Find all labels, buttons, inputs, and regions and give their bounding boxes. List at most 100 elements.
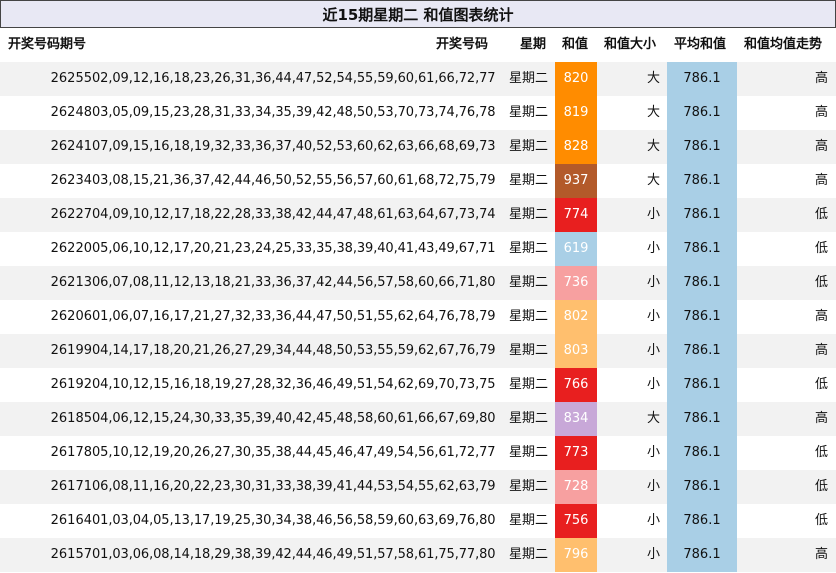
trend-cell: 低 [814, 207, 828, 222]
avg-cell: 786.1 [667, 96, 737, 130]
issue-cell: 26164 [50, 513, 92, 528]
numbers-cell: 01,06,07,16,17,21,27,32,33,36,44,47,50,5… [92, 309, 496, 324]
issue-cell: 26178 [50, 445, 92, 460]
sum-cell: 728 [555, 470, 597, 504]
issue-cell: 26241 [50, 139, 92, 154]
table-title: 近15期星期二 和值图表统计 [0, 0, 836, 28]
size-cell: 小 [646, 377, 660, 392]
weekday-cell: 星期二 [508, 377, 548, 392]
avg-cell: 786.1 [667, 300, 737, 334]
sum-cell: 834 [555, 402, 597, 436]
table-row: 26213 06,07,08,11,12,13,18,21,33,36,37,42… [0, 266, 836, 300]
issue-cell: 26206 [50, 309, 92, 324]
trend-cell: 低 [814, 241, 828, 256]
numbers-cell: 04,09,10,12,17,18,22,28,33,38,42,44,47,4… [92, 207, 496, 222]
size-cell: 小 [646, 445, 660, 460]
issue-cell: 26220 [50, 241, 92, 256]
sum-cell: 774 [555, 198, 597, 232]
weekday-cell: 星期二 [508, 275, 548, 290]
size-cell: 小 [646, 343, 660, 358]
sum-cell: 796 [555, 538, 597, 572]
trend-cell: 低 [814, 513, 828, 528]
size-cell: 大 [646, 411, 660, 426]
sum-cell: 736 [555, 266, 597, 300]
avg-cell: 786.1 [667, 164, 737, 198]
weekday-cell: 星期二 [508, 479, 548, 494]
avg-cell: 786.1 [667, 130, 737, 164]
trend-cell: 高 [814, 547, 828, 562]
numbers-cell: 06,08,11,16,20,22,23,30,31,33,38,39,41,4… [92, 479, 496, 494]
weekday-cell: 星期二 [508, 445, 548, 460]
trend-cell: 低 [814, 479, 828, 494]
size-cell: 小 [646, 547, 660, 562]
trend-cell: 高 [814, 173, 828, 188]
header-trend: 和值均值走势 [744, 37, 823, 52]
issue-cell: 26255 [50, 71, 92, 86]
table-row: 26157 01,03,06,08,14,18,29,38,39,42,44,46… [0, 538, 836, 572]
sum-cell: 802 [555, 300, 597, 334]
table-row: 26171 06,08,11,16,20,22,23,30,31,33,38,39… [0, 470, 836, 504]
numbers-cell: 06,07,08,11,12,13,18,21,33,36,37,42,44,5… [92, 275, 496, 290]
table-row: 26178 05,10,12,19,20,26,27,30,35,38,44,45… [0, 436, 836, 470]
table-row: 26164 01,03,04,05,13,17,19,25,30,34,38,46… [0, 504, 836, 538]
table-row: 26227 04,09,10,12,17,18,22,28,33,38,42,44… [0, 198, 836, 232]
issue-cell: 26171 [50, 479, 92, 494]
trend-cell: 高 [814, 309, 828, 324]
size-cell: 小 [646, 207, 660, 222]
size-cell: 小 [646, 513, 660, 528]
avg-cell: 786.1 [667, 232, 737, 266]
weekday-cell: 星期二 [508, 343, 548, 358]
header-size: 和值大小 [604, 37, 657, 52]
avg-cell: 786.1 [667, 334, 737, 368]
avg-cell: 786.1 [667, 266, 737, 300]
weekday-cell: 星期二 [508, 173, 548, 188]
trend-cell: 高 [814, 105, 828, 120]
sum-cell: 819 [555, 96, 597, 130]
numbers-cell: 01,03,04,05,13,17,19,25,30,34,38,46,56,5… [92, 513, 496, 528]
size-cell: 小 [646, 309, 660, 324]
sum-cell: 773 [555, 436, 597, 470]
trend-cell: 高 [814, 343, 828, 358]
header-issue: 开奖号码期号 [8, 37, 87, 52]
issue-cell: 26199 [50, 343, 92, 358]
header-weekday: 星期 [520, 37, 547, 52]
numbers-cell: 03,08,15,21,36,37,42,44,46,50,52,55,56,5… [92, 173, 496, 188]
issue-cell: 26234 [50, 173, 92, 188]
weekday-cell: 星期二 [508, 241, 548, 256]
numbers-cell: 05,06,10,12,17,20,21,23,24,25,33,35,38,3… [92, 241, 496, 256]
sum-cell: 766 [555, 368, 597, 402]
numbers-cell: 02,09,12,16,18,23,26,31,36,44,47,52,54,5… [92, 71, 496, 86]
issue-cell: 26185 [50, 411, 92, 426]
table-body: 26255 02,09,12,16,18,23,26,31,36,44,47,52… [0, 62, 836, 572]
table-header: 开奖号码期号 开奖号码 星期 和值 和值大小 平均和值 和值均值走势 [0, 28, 836, 62]
avg-cell: 786.1 [667, 470, 737, 504]
numbers-cell: 04,10,12,15,16,18,19,27,28,32,36,46,49,5… [92, 377, 496, 392]
table-row: 26220 05,06,10,12,17,20,21,23,24,25,33,35… [0, 232, 836, 266]
weekday-cell: 星期二 [508, 411, 548, 426]
sum-cell: 803 [555, 334, 597, 368]
header-sum: 和值 [562, 37, 589, 52]
size-cell: 大 [646, 105, 660, 120]
weekday-cell: 星期二 [508, 71, 548, 86]
size-cell: 大 [646, 139, 660, 154]
weekday-cell: 星期二 [508, 513, 548, 528]
issue-cell: 26157 [50, 547, 92, 562]
table-row: 26248 03,05,09,15,23,28,31,33,34,35,39,42… [0, 96, 836, 130]
avg-cell: 786.1 [667, 402, 737, 436]
weekday-cell: 星期二 [508, 309, 548, 324]
avg-cell: 786.1 [667, 538, 737, 572]
table-row: 26241 07,09,15,16,18,19,32,33,36,37,40,52… [0, 130, 836, 164]
size-cell: 小 [646, 241, 660, 256]
numbers-cell: 01,03,06,08,14,18,29,38,39,42,44,46,49,5… [92, 547, 496, 562]
sum-cell: 756 [555, 504, 597, 538]
numbers-cell: 03,05,09,15,23,28,31,33,34,35,39,42,48,5… [92, 105, 496, 120]
avg-cell: 786.1 [667, 436, 737, 470]
weekday-cell: 星期二 [508, 207, 548, 222]
sum-cell: 820 [555, 62, 597, 96]
table-row: 26185 04,06,12,15,24,30,33,35,39,40,42,45… [0, 402, 836, 436]
header-avg: 平均和值 [674, 37, 727, 52]
size-cell: 大 [646, 173, 660, 188]
numbers-cell: 04,06,12,15,24,30,33,35,39,40,42,45,48,5… [92, 411, 496, 426]
issue-cell: 26213 [50, 275, 92, 290]
weekday-cell: 星期二 [508, 547, 548, 562]
